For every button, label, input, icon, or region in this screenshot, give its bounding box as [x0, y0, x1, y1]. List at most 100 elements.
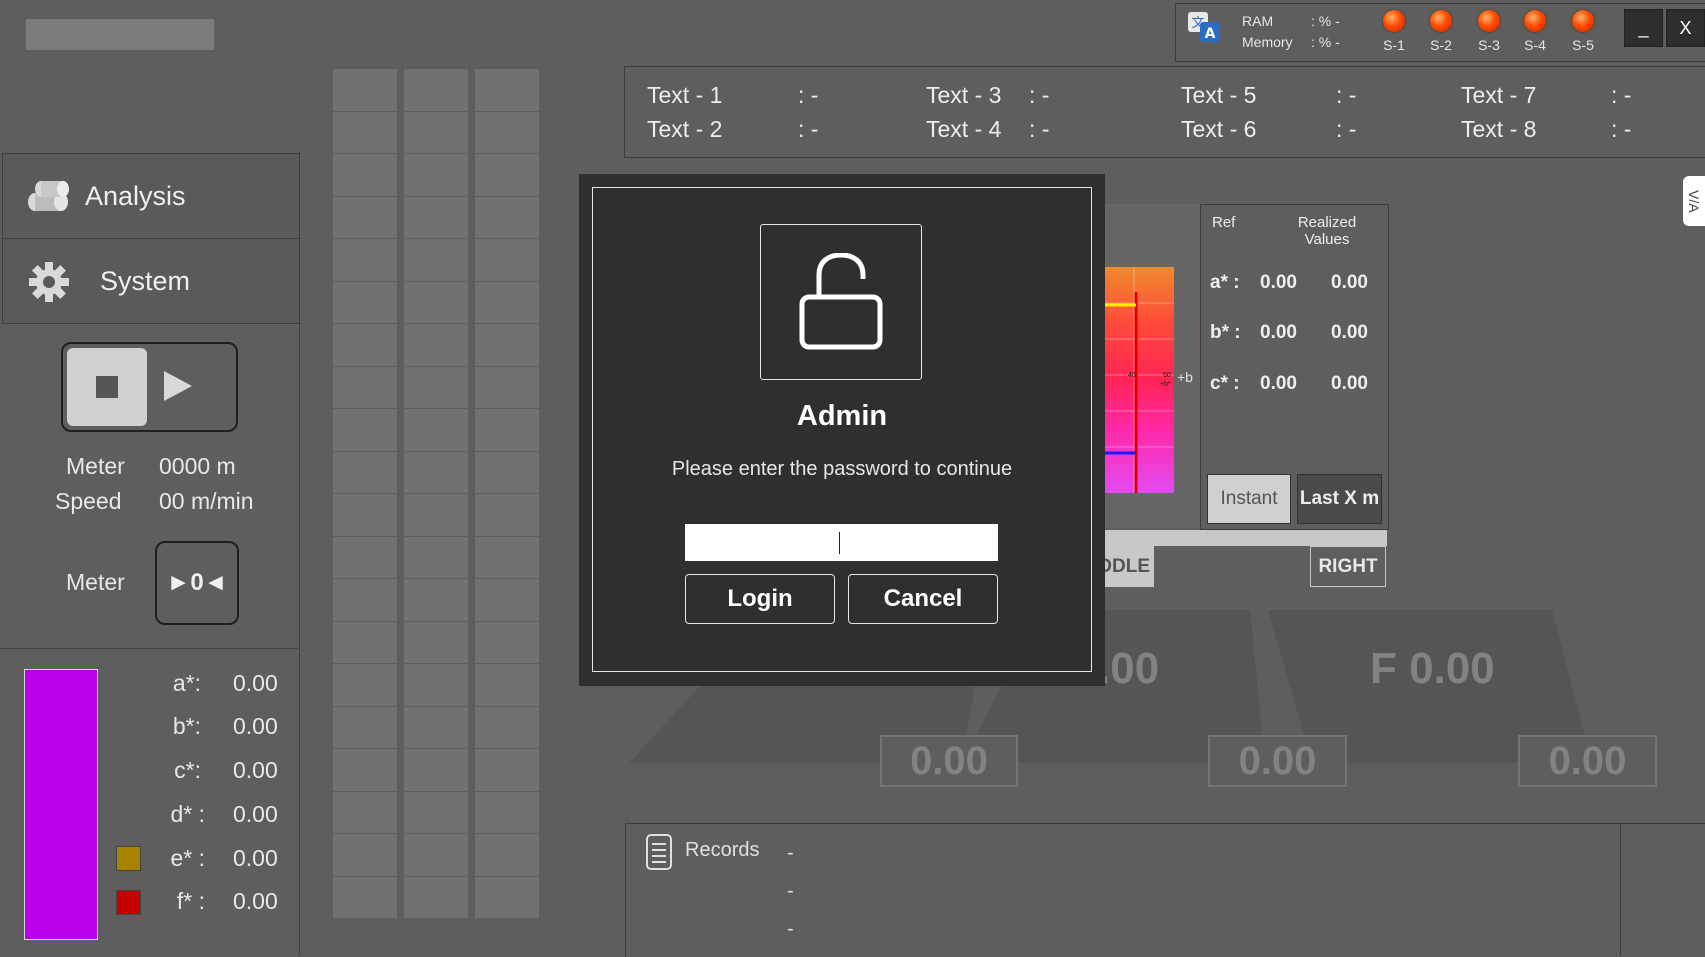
reading-right-value: F 0.00: [1370, 644, 1495, 693]
param-b-value: 0.00: [233, 713, 278, 739]
color-preview-bar: [24, 669, 98, 940]
grid-cell: [333, 876, 397, 919]
param-c-value: 0.00: [233, 757, 278, 783]
dialog-title: Admin: [796, 400, 888, 432]
grid-cell: [333, 791, 397, 834]
grid-cell: [333, 834, 397, 877]
records-label: Records: [685, 839, 760, 861]
grid-cell: [475, 239, 539, 282]
text-caret: [839, 532, 840, 554]
plot-tick-40: 40: [1128, 372, 1136, 379]
nav-system-label: System: [100, 265, 191, 296]
ref-header: Ref: [1212, 214, 1236, 231]
ram-label: RAM: [1242, 13, 1274, 29]
text-4-value: : -: [1029, 116, 1050, 142]
sensor-2-led: [1430, 10, 1452, 32]
grid-cell: [404, 834, 468, 877]
side-tab-label: V/A: [1686, 189, 1702, 213]
info-text-panel: [624, 66, 1705, 158]
grid-cell: [475, 451, 539, 494]
plot-tick-60: 60: [1163, 372, 1171, 379]
param-e-value: 0.00: [233, 845, 278, 871]
stop-icon: [96, 376, 118, 398]
text-4-label: Text - 4: [926, 116, 1002, 142]
records-line-2: -: [787, 880, 794, 902]
minimize-button[interactable]: _: [1624, 9, 1663, 47]
login-button[interactable]: Login: [685, 574, 835, 624]
sensor-1-label: S-1: [1383, 37, 1405, 53]
meter-reset-button[interactable]: ►0◄: [155, 541, 239, 625]
grid-cell: [404, 324, 468, 367]
translate-icon[interactable]: 文 A: [1187, 10, 1221, 44]
play-icon: [164, 371, 192, 401]
records-line-3: -: [787, 918, 794, 940]
grid-cell: [333, 324, 397, 367]
svg-text:A: A: [1205, 26, 1216, 42]
grid-cell: [475, 749, 539, 792]
plot-tick-b: +b*: [1160, 381, 1171, 388]
close-button[interactable]: X: [1666, 9, 1705, 47]
resource-labels: RAM Memory: [1242, 11, 1293, 53]
grid-cell: [404, 749, 468, 792]
param-a-name: a*:: [172, 670, 201, 696]
grid-cell: [333, 111, 397, 154]
text-1-value: : -: [798, 82, 819, 108]
grid-cell: [475, 494, 539, 537]
grid-cell: [333, 451, 397, 494]
password-input[interactable]: [685, 524, 998, 561]
sensor-5-label: S-5: [1572, 37, 1594, 53]
nav-analysis-label: Analysis: [85, 180, 186, 211]
color-gradient-plot: [1103, 267, 1174, 493]
rv-a-realized: 0.00: [1331, 272, 1368, 293]
app-title-bar: [26, 19, 214, 50]
grid-cell: [404, 536, 468, 579]
grid-cell: [333, 494, 397, 537]
playback-controls: [61, 342, 238, 432]
param-d-name: d* :: [170, 801, 205, 827]
grid-cell: [475, 621, 539, 664]
grid-cell: [333, 621, 397, 664]
param-e-swatch: [116, 846, 141, 871]
rv-b-realized: 0.00: [1331, 322, 1368, 343]
rv-c-ref: 0.00: [1260, 373, 1297, 394]
reading-box-3: 0.00: [1518, 735, 1657, 787]
grid-cell: [333, 409, 397, 452]
play-button[interactable]: [161, 368, 195, 409]
grid-cell: [404, 196, 468, 239]
param-f-swatch: [116, 890, 141, 915]
grid-cell: [404, 409, 468, 452]
grid-cell: [404, 281, 468, 324]
sensor-1-led: [1383, 10, 1405, 32]
position-right-button[interactable]: RIGHT: [1310, 546, 1386, 587]
grid-cell: [475, 664, 539, 707]
text-2-value: : -: [798, 116, 819, 142]
realized-header-line-1: Realized: [1297, 214, 1357, 231]
grid-cell: [333, 706, 397, 749]
grid-cell: [404, 579, 468, 622]
instant-button[interactable]: Instant: [1207, 474, 1291, 524]
sensor-grid-column-3: [475, 69, 539, 919]
nav-system[interactable]: System: [2, 238, 300, 324]
last-x-m-button[interactable]: Last X m: [1297, 474, 1382, 524]
resource-values: : % - : % -: [1311, 11, 1340, 53]
grid-cell: [475, 196, 539, 239]
stop-button[interactable]: [67, 348, 147, 426]
grid-cell: [475, 536, 539, 579]
text-2-label: Text - 2: [647, 116, 723, 142]
text-6-label: Text - 6: [1181, 116, 1257, 142]
records-divider: [1620, 823, 1621, 956]
cancel-button[interactable]: Cancel: [848, 574, 998, 624]
sensor-4-led: [1524, 10, 1546, 32]
dialog-message: Please enter the password to continue: [671, 458, 1013, 480]
sidebar-divider: [0, 648, 298, 649]
text-7-value: : -: [1611, 82, 1632, 108]
memory-value: : % -: [1311, 34, 1340, 50]
param-f-name: f* :: [176, 888, 205, 914]
grid-cell: [475, 791, 539, 834]
ram-value: : % -: [1311, 13, 1340, 29]
grid-cell: [475, 366, 539, 409]
meter-label: Meter: [66, 453, 125, 479]
speed-label: Speed: [55, 488, 122, 514]
nav-analysis[interactable]: Analysis: [2, 153, 300, 239]
side-panel-tab[interactable]: V/A: [1683, 176, 1705, 226]
